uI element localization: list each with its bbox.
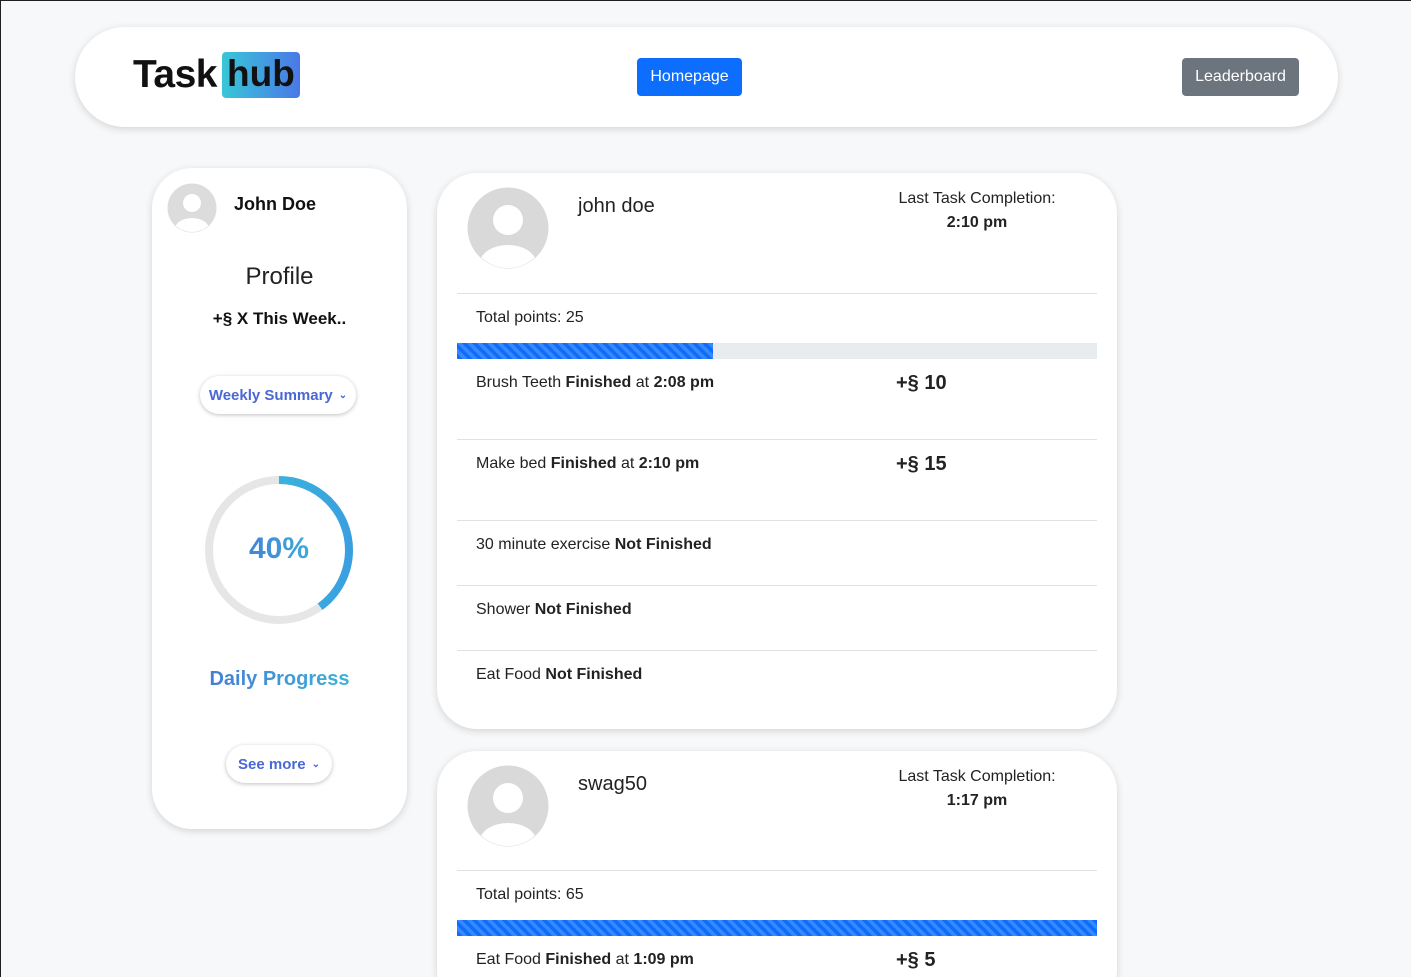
chevron-down-icon: ⌄ [338, 389, 348, 401]
feed-card: swag50 Last Task Completion: 1:17 pm Tot… [437, 751, 1117, 977]
points-progress-bar [457, 920, 1097, 936]
profile-card: John Doe Profile +§ X This Week.. Weekly… [152, 168, 407, 829]
taskhub-logo[interactable]: Task hub [133, 51, 300, 99]
profile-username: John Doe [234, 194, 317, 214]
chevron-down-icon: ⌄ [311, 758, 320, 770]
card-username: john doe [578, 195, 655, 217]
total-points: Total points: 65 [476, 886, 584, 903]
weekly-summary-dropdown[interactable]: Weekly Summary ⌄ [200, 376, 356, 414]
leaderboard-button[interactable]: Leaderboard [1182, 58, 1299, 96]
last-completion-time: 1:17 pm [946, 792, 1008, 809]
divider [457, 520, 1097, 521]
points-progress-fill [457, 920, 1097, 936]
divider [457, 439, 1097, 440]
weekly-summary-label: Weekly Summary [208, 386, 333, 404]
progress-percent: 40% [204, 532, 354, 566]
last-completion-label: Last Task Completion: [898, 190, 1056, 207]
divider [457, 650, 1097, 651]
top-navbar: Task hub Homepage Leaderboard [75, 27, 1338, 127]
profile-heading: Profile [245, 263, 314, 290]
task-item: Eat Food Finished at 1:09 pm [476, 951, 694, 968]
card-username: swag50 [578, 773, 647, 795]
logo-task-text: Task [133, 53, 218, 96]
see-more-dropdown[interactable]: See more ⌄ [226, 745, 332, 783]
homepage-button[interactable]: Homepage [637, 58, 742, 96]
task-item: Make bed Finished at 2:10 pm [476, 455, 700, 472]
divider [457, 585, 1097, 586]
total-points: Total points: 25 [476, 309, 584, 326]
task-item: Brush Teeth Finished at 2:08 pm [476, 374, 715, 391]
task-item: 30 minute exercise Not Finished [476, 536, 712, 553]
feed-card: john doe Last Task Completion: 2:10 pm T… [437, 173, 1117, 729]
points-progress-fill [457, 343, 713, 359]
task-points: +§ 10 [896, 372, 947, 394]
last-completion-label: Last Task Completion: [898, 768, 1056, 785]
task-item: Shower Not Finished [476, 601, 632, 618]
points-progress-bar [457, 343, 1097, 359]
task-points: +§ 5 [896, 949, 936, 971]
last-completion-time: 2:10 pm [946, 214, 1008, 231]
avatar-icon [467, 187, 549, 269]
weekly-points-text: +§ X This Week.. [212, 309, 347, 328]
avatar-icon [467, 765, 549, 847]
logo-hub-text: hub [222, 52, 300, 98]
task-item: Eat Food Not Finished [476, 666, 643, 683]
divider [457, 293, 1097, 294]
avatar-icon [167, 183, 217, 233]
see-more-label: See more [238, 755, 306, 773]
daily-progress-label: Daily Progress [152, 668, 407, 691]
divider [457, 870, 1097, 871]
task-points: +§ 15 [896, 453, 947, 475]
